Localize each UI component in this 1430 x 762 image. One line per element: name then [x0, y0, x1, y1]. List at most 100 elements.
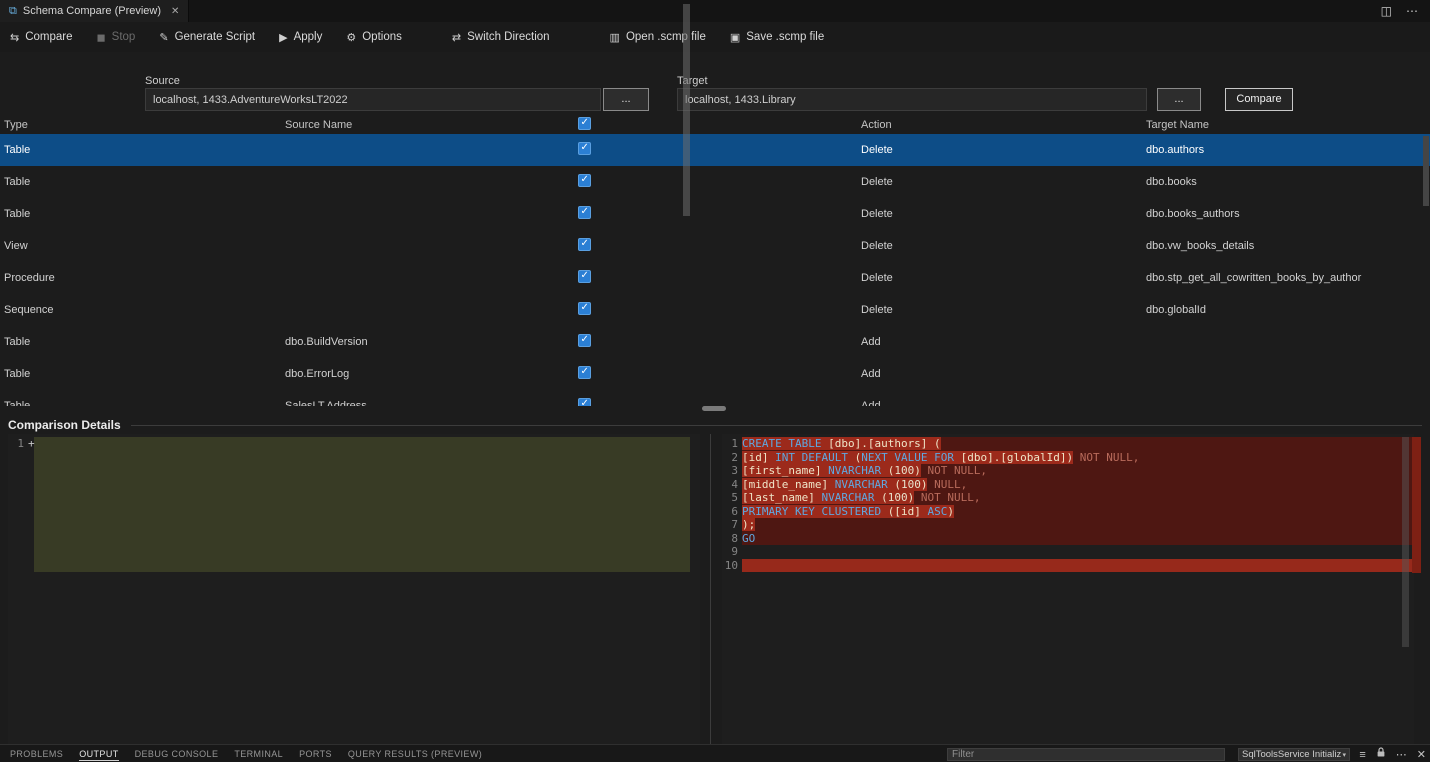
- include-checkbox[interactable]: [578, 302, 591, 315]
- row-type: Table: [4, 144, 285, 156]
- code-line: 8GO: [722, 532, 1414, 546]
- panel-actions: ≡ ⋯ ✕: [1359, 747, 1426, 762]
- code-line: 5[last_name] NVARCHAR (100) NOT NULL,: [722, 491, 1414, 505]
- target-input[interactable]: [677, 88, 1147, 111]
- output-channel-select[interactable]: SqlToolsService Initializ ▾: [1238, 748, 1350, 761]
- comparison-details-header: Comparison Details: [0, 416, 1430, 434]
- target-browse-button[interactable]: ...: [1157, 88, 1201, 111]
- close-panel-icon[interactable]: ✕: [1417, 748, 1426, 762]
- row-type: Table: [4, 208, 285, 220]
- lock-icon[interactable]: [1376, 747, 1386, 762]
- save-scmp-button[interactable]: ▣Save .scmp file: [730, 31, 824, 44]
- switch-direction-button[interactable]: ⇄Switch Direction: [452, 31, 550, 44]
- code-line: 3[first_name] NVARCHAR (100) NOT NULL,: [722, 464, 1414, 478]
- overview-ruler-removed-marks: [1412, 437, 1421, 573]
- panel-tab-problems[interactable]: PROBLEMS: [10, 747, 63, 760]
- code-line: 9: [722, 545, 1414, 559]
- editor-divider: [710, 434, 711, 744]
- tab-close-icon[interactable]: ✕: [171, 6, 179, 17]
- editor-tabbar: ⧉ Schema Compare (Preview) ✕ ◫ ⋯: [0, 0, 1430, 22]
- options-button[interactable]: ⚙Options: [346, 31, 402, 44]
- panel-resize-handle[interactable]: [702, 406, 726, 411]
- compare-icon: ⇆: [10, 31, 19, 44]
- row-source-name: dbo.BuildVersion: [285, 336, 578, 348]
- row-target-name: dbo.books: [1146, 176, 1430, 188]
- column-action: Action: [861, 119, 1146, 131]
- code-line: 1+: [8, 437, 700, 451]
- switch-direction-label: Switch Direction: [467, 31, 549, 43]
- tabbar-actions: ◫ ⋯: [1381, 4, 1430, 18]
- include-checkbox[interactable]: [578, 270, 591, 283]
- row-target-name: dbo.books_authors: [1146, 208, 1430, 220]
- grid-scrollbar[interactable]: [1423, 134, 1429, 406]
- compare-button[interactable]: Compare: [1225, 88, 1293, 111]
- compare-button[interactable]: ⇆Compare: [10, 31, 73, 44]
- open-scmp-icon: ▥: [610, 31, 620, 44]
- diff-empty-placeholder: [34, 437, 690, 572]
- schema-compare-icon: ⧉: [9, 5, 17, 18]
- source-editor-scrollbar[interactable]: [683, 4, 690, 216]
- toolbar: ⇆Compare◼Stop✎Generate Script▶Apply⚙Opti…: [0, 22, 1430, 52]
- header-include-checkbox[interactable]: [578, 117, 591, 130]
- row-action: Add: [861, 400, 1146, 406]
- table-row[interactable]: View Deletedbo.vw_books_details: [0, 230, 1430, 262]
- target-diff-editor[interactable]: 1CREATE TABLE [dbo].[authors] (2[id] INT…: [722, 434, 1414, 744]
- row-action: Delete: [861, 144, 1146, 156]
- include-checkbox[interactable]: [578, 206, 591, 219]
- row-action: Delete: [861, 304, 1146, 316]
- table-row[interactable]: Tabledbo.BuildVersionAdd: [0, 326, 1430, 358]
- include-checkbox[interactable]: [578, 366, 591, 379]
- include-checkbox[interactable]: [578, 142, 591, 155]
- tab-title: Schema Compare (Preview): [23, 5, 161, 17]
- target-editor-scrollbar[interactable]: [1402, 437, 1409, 647]
- source-diff-editor[interactable]: 1+: [8, 434, 700, 744]
- source-browse-button[interactable]: ...: [603, 88, 649, 111]
- generate-script-button[interactable]: ✎Generate Script: [159, 31, 255, 44]
- column-type: Type: [4, 119, 285, 131]
- split-editor-icon[interactable]: ◫: [1381, 4, 1392, 18]
- table-row[interactable]: Sequence Deletedbo.globalId: [0, 294, 1430, 326]
- row-type: Sequence: [4, 304, 285, 316]
- panel-tab-query-results-preview[interactable]: QUERY RESULTS (PREVIEW): [348, 747, 482, 760]
- output-actions-icon[interactable]: ≡: [1359, 748, 1365, 762]
- include-checkbox[interactable]: [578, 334, 591, 347]
- row-target-name: dbo.globalId: [1146, 304, 1430, 316]
- include-checkbox[interactable]: [578, 174, 591, 187]
- table-row[interactable]: TableSalesLT.AddressAdd: [0, 390, 1430, 406]
- details-rule: [131, 425, 1422, 426]
- row-type: Table: [4, 336, 285, 348]
- row-type: View: [4, 240, 285, 252]
- row-action: Add: [861, 368, 1146, 380]
- code-line: 2[id] INT DEFAULT (NEXT VALUE FOR [dbo].…: [722, 451, 1414, 465]
- table-row[interactable]: TableDeletedbo.authors: [0, 134, 1430, 166]
- table-row[interactable]: TableDeletedbo.books: [0, 166, 1430, 198]
- row-target-name: dbo.vw_books_details: [1146, 240, 1430, 252]
- row-action: Delete: [861, 176, 1146, 188]
- source-input[interactable]: [145, 88, 601, 111]
- panel-tab-ports[interactable]: PORTS: [299, 747, 332, 760]
- panel-tab-output[interactable]: OUTPUT: [79, 747, 118, 761]
- more-actions-icon[interactable]: ⋯: [1396, 748, 1407, 762]
- open-scmp-button[interactable]: ▥Open .scmp file: [610, 31, 706, 44]
- editor-more-actions-icon[interactable]: ⋯: [1406, 4, 1418, 18]
- table-row[interactable]: TableDeletedbo.books_authors: [0, 198, 1430, 230]
- source-code-lines: 1+: [8, 437, 700, 451]
- panel-tab-terminal[interactable]: TERMINAL: [234, 747, 283, 760]
- row-action: Delete: [861, 240, 1146, 252]
- row-source-name: SalesLT.Address: [285, 400, 578, 406]
- schema-compare-window: ⧉ Schema Compare (Preview) ✕ ◫ ⋯ ⇆Compar…: [0, 0, 1430, 762]
- options-icon: ⚙: [346, 31, 356, 44]
- panel-tab-debug-console[interactable]: DEBUG CONSOLE: [135, 747, 219, 760]
- diff-grid-header: Type Source Name Action Target Name: [0, 115, 1430, 134]
- tab-schema-compare[interactable]: ⧉ Schema Compare (Preview) ✕: [0, 0, 189, 22]
- column-source-name: Source Name: [285, 119, 578, 131]
- save-scmp-label: Save .scmp file: [746, 31, 824, 43]
- panel-tabs: PROBLEMS OUTPUT DEBUG CONSOLE TERMINAL PORTS…: [10, 747, 482, 761]
- include-checkbox[interactable]: [578, 238, 591, 251]
- table-row[interactable]: ProcedureDeletedbo.stp_get_all_cowritten…: [0, 262, 1430, 294]
- output-filter-input[interactable]: [947, 748, 1225, 761]
- comparison-details-title: Comparison Details: [8, 418, 121, 432]
- include-checkbox[interactable]: [578, 398, 591, 406]
- apply-button[interactable]: ▶Apply: [279, 31, 322, 44]
- table-row[interactable]: Tabledbo.ErrorLogAdd: [0, 358, 1430, 390]
